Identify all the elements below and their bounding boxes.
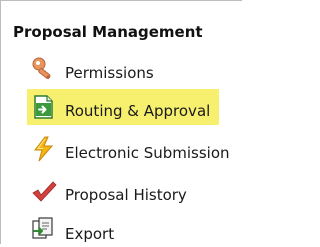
key-icon [31,56,57,82]
menu-item-electronic-submission[interactable]: Electronic Submission [31,132,230,166]
menu-item-export[interactable]: Export [31,213,114,247]
checkmark-icon [31,178,57,204]
export-document-icon [31,217,57,243]
menu-item-routing-approval[interactable]: Routing & Approval [31,90,210,124]
menu-item-label: Routing & Approval [65,102,211,120]
menu-item-permissions[interactable]: Permissions [31,52,154,86]
menu-item-label: Export [65,225,115,243]
menu-item-label: Proposal History [65,186,187,204]
menu-item-label: Permissions [65,64,154,82]
menu-item-proposal-history[interactable]: Proposal History [31,174,187,208]
proposal-management-panel: Proposal Management Permissions Routing … [0,0,242,244]
lightning-icon [31,136,57,162]
menu-item-label: Electronic Submission [65,144,230,162]
document-arrow-icon [31,94,57,120]
panel-title: Proposal Management [13,23,203,41]
